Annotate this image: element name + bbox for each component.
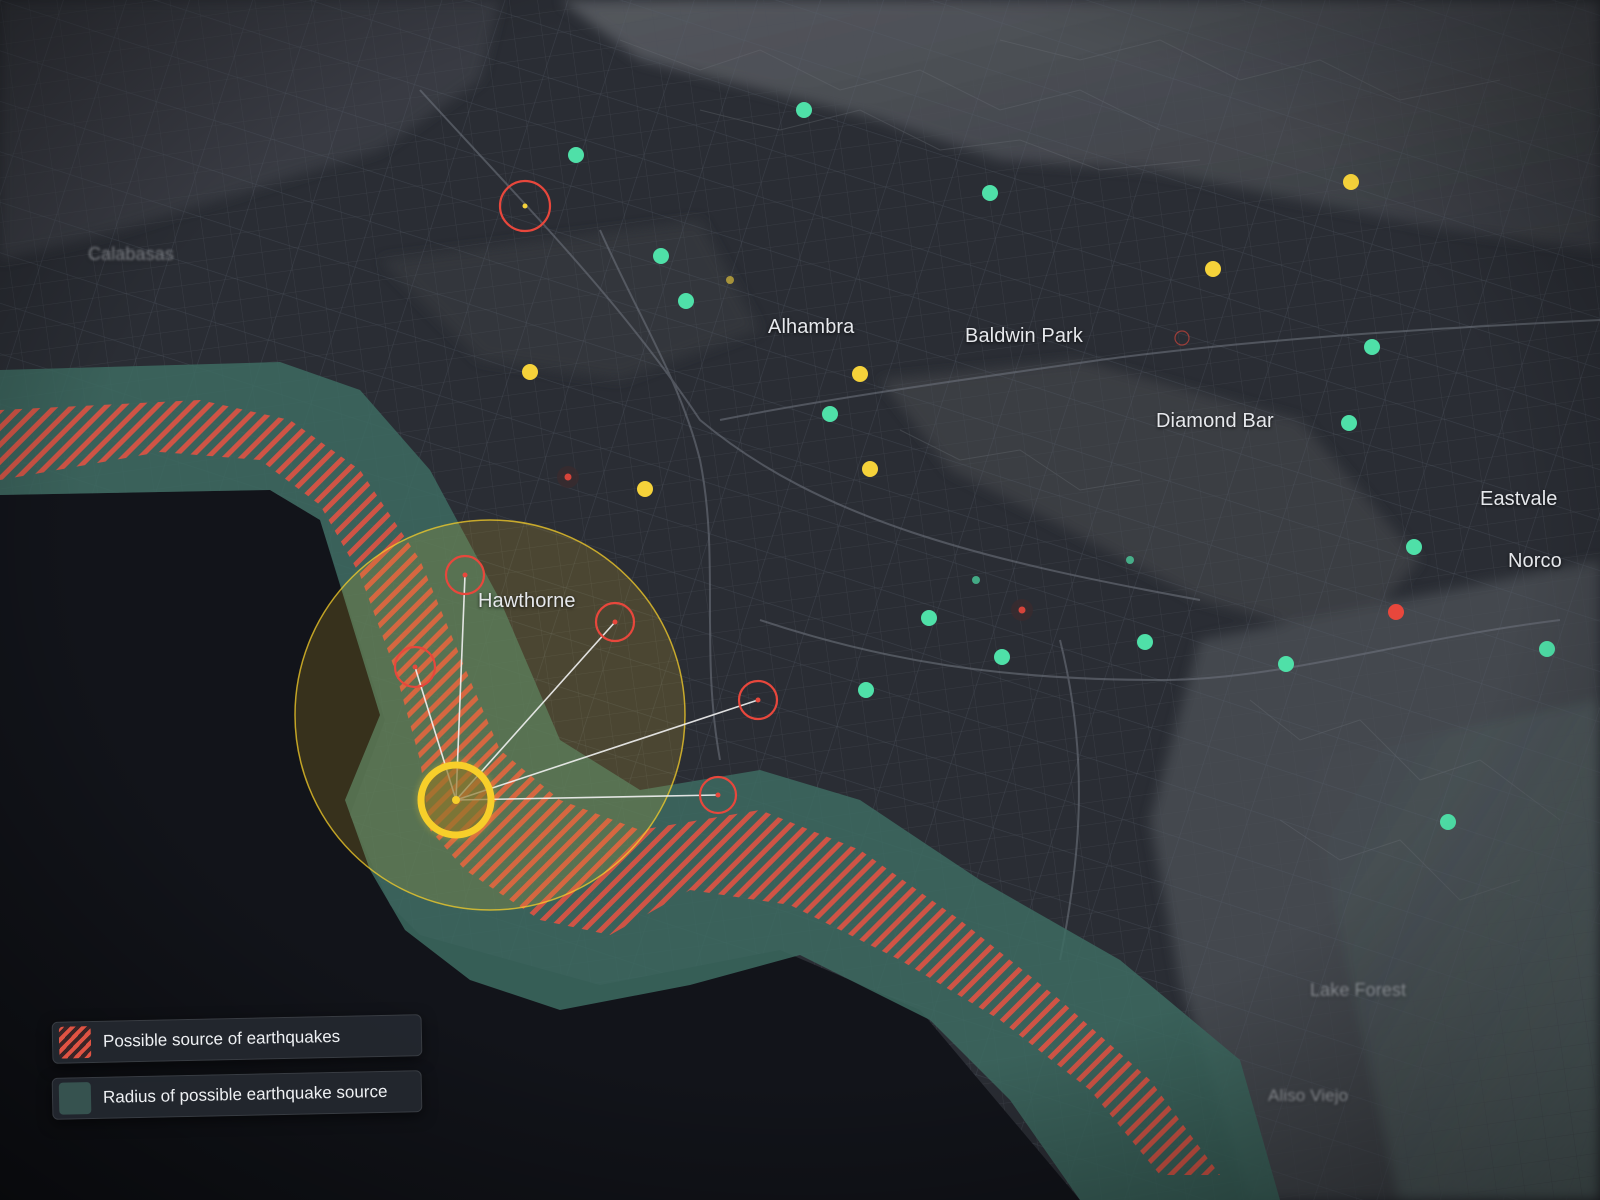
legend-item-fault-source: Possible source of earthquakes	[51, 1014, 423, 1064]
city-label-eastvale: Eastvale	[1480, 488, 1558, 510]
hatch-swatch-icon	[58, 1026, 92, 1059]
legend-label: Radius of possible earthquake source	[102, 1081, 388, 1107]
city-label-lake-forest: Lake Forest	[1310, 980, 1407, 1000]
city-label-baldwin-park: Baldwin Park	[965, 325, 1083, 347]
legend-label: Possible source of earthquakes	[102, 1026, 341, 1051]
city-label-hawthorne: Hawthorne	[478, 590, 576, 612]
city-label-calabasas: Calabasas	[88, 244, 174, 264]
city-label-alhambra: Alhambra	[768, 316, 855, 338]
map-view[interactable]: Alhambra Baldwin Park Diamond Bar Eastva…	[0, 0, 1600, 1200]
city-label-aliso-viejo: Aliso Viejo	[1268, 1086, 1349, 1105]
city-label-diamond-bar: Diamond Bar	[1156, 410, 1274, 432]
legend-item-radius: Radius of possible earthquake source	[51, 1070, 423, 1120]
city-label-norco: Norco	[1508, 550, 1562, 572]
radius-swatch-icon	[58, 1082, 92, 1115]
